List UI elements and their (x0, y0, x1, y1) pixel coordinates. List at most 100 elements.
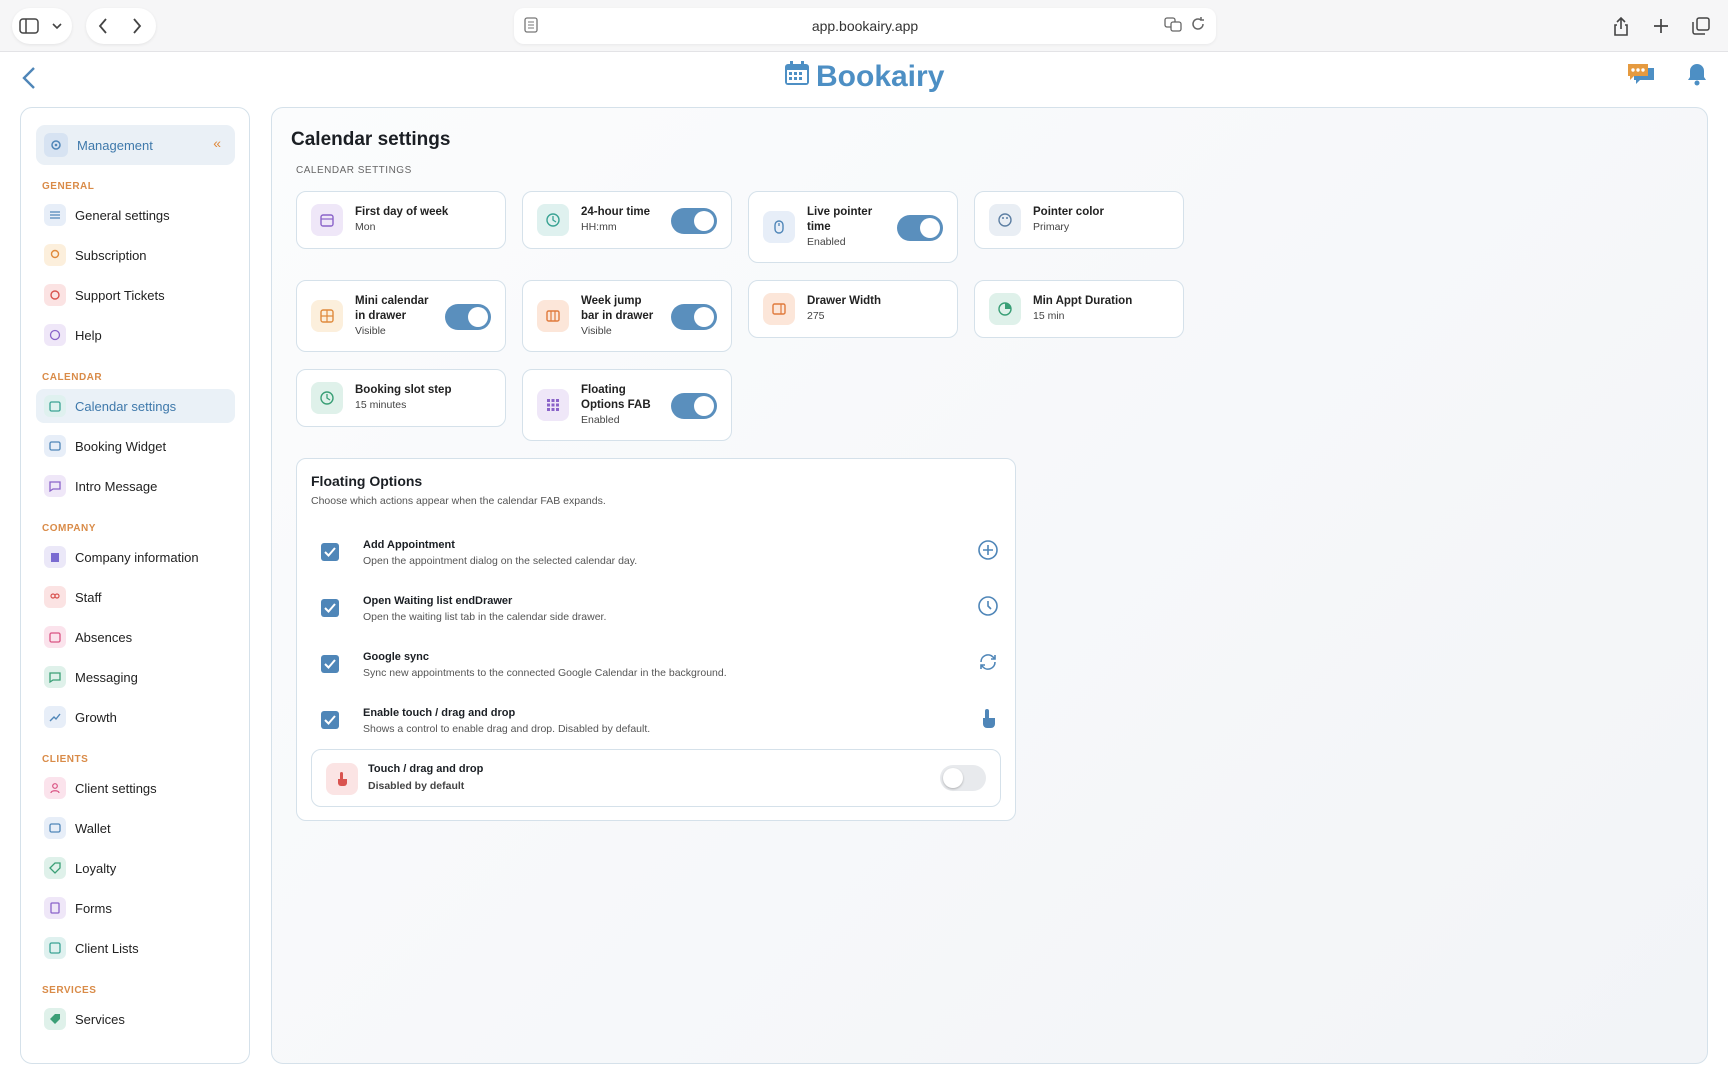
option-waiting-list: Open Waiting list endDrawer Open the wai… (311, 593, 1001, 633)
card-drawer-width[interactable]: Drawer Width 275 (748, 280, 958, 338)
bell-icon[interactable] (1686, 62, 1708, 91)
option-add-appointment: Add Appointment Open the appointment dia… (311, 537, 1001, 577)
toggle-24-hour-time[interactable] (671, 208, 717, 234)
section-clients: CLIENTS (42, 754, 89, 765)
nav-buttons (86, 8, 156, 44)
sidebar-item-support-tickets[interactable]: Support Tickets (36, 278, 235, 312)
sidebar-item-subscription[interactable]: Subscription (36, 238, 235, 272)
sidebar: Management « GENERAL General settings Su… (20, 107, 250, 1064)
translate-icon[interactable] (1164, 16, 1182, 35)
card-booking-slot-step[interactable]: Booking slot step 15 minutes (296, 369, 506, 427)
calendar-logo-icon (784, 60, 810, 94)
palette-icon (989, 204, 1021, 236)
app-name: Bookairy (816, 60, 945, 93)
chevron-down-icon[interactable] (46, 8, 68, 44)
card-floating-options-fab: Floating Options FAB Enabled (522, 369, 732, 441)
app-logo: Bookairy (784, 60, 944, 94)
sidebar-item-loyalty[interactable]: Loyalty (36, 851, 235, 885)
plus-circle-icon (977, 539, 1001, 563)
apps-grid-icon (537, 389, 569, 421)
sidebar-item-absences[interactable]: Absences (36, 620, 235, 654)
clock-icon (537, 204, 569, 236)
clock-icon (977, 595, 1001, 619)
sidebar-item-help[interactable]: Help (36, 318, 235, 352)
sliders-icon (44, 204, 66, 226)
touch-icon (977, 707, 1001, 731)
checkbox-google-sync[interactable] (321, 655, 339, 673)
card-min-appt-duration[interactable]: Min Appt Duration 15 min (974, 280, 1184, 338)
back-arrow-icon[interactable] (18, 64, 42, 92)
chat-bubble-icon (44, 666, 66, 688)
trend-icon (44, 706, 66, 728)
section-general: GENERAL (42, 181, 95, 192)
option-touch-drag: Enable touch / drag and drop Shows a con… (311, 705, 1001, 745)
card-24-hour-time: 24-hour time HH:mm (522, 191, 732, 249)
sidebar-toggle-group[interactable] (12, 8, 72, 44)
floating-options-panel: Floating Options Choose which actions ap… (296, 458, 1016, 821)
toggle-mini-calendar[interactable] (445, 304, 491, 330)
chat-icon[interactable] (1626, 62, 1656, 91)
sidebar-item-staff[interactable]: Staff (36, 580, 235, 614)
toggle-week-jump-bar[interactable] (671, 304, 717, 330)
page-menu-icon[interactable] (524, 17, 538, 36)
badge-icon (44, 244, 66, 266)
address-bar[interactable]: app.bookairy.app (514, 8, 1216, 44)
grid-icon (311, 300, 343, 332)
calendar-icon (44, 395, 66, 417)
tabs-overview-icon[interactable] (1684, 8, 1718, 44)
sidebar-item-services[interactable]: Services (36, 1002, 235, 1036)
touch-drag-card: Touch / drag and drop Disabled by defaul… (311, 749, 1001, 807)
sidebar-item-messaging[interactable]: Messaging (36, 660, 235, 694)
card-first-day-of-week[interactable]: First day of week Mon (296, 191, 506, 249)
section-calendar: CALENDAR (42, 372, 103, 383)
section-label: CALENDAR SETTINGS (296, 165, 412, 176)
touch-icon (326, 763, 358, 795)
sidebar-header[interactable]: Management « (36, 125, 235, 165)
sidebar-item-growth[interactable]: Growth (36, 700, 235, 734)
card-pointer-color[interactable]: Pointer color Primary (974, 191, 1184, 249)
toggle-touch-drag[interactable] (940, 765, 986, 791)
toggle-live-pointer-time[interactable] (897, 215, 943, 241)
calendar-x-icon (44, 626, 66, 648)
wallet-icon (44, 817, 66, 839)
tag-icon (44, 1008, 66, 1030)
checkbox-waiting-list[interactable] (321, 599, 339, 617)
browser-back-icon[interactable] (86, 8, 120, 44)
building-icon (44, 546, 66, 568)
collapse-icon[interactable]: « (213, 135, 221, 151)
sidebar-item-intro-message[interactable]: Intro Message (36, 469, 235, 503)
document-icon (44, 897, 66, 919)
clock-icon (311, 382, 343, 414)
sidebar-item-booking-widget[interactable]: Booking Widget (36, 429, 235, 463)
message-icon (44, 475, 66, 497)
sidebar-item-wallet[interactable]: Wallet (36, 811, 235, 845)
panel-title: Floating Options (311, 473, 423, 489)
sidebar-item-forms[interactable]: Forms (36, 891, 235, 925)
page-title: Calendar settings (291, 129, 451, 150)
new-tab-icon[interactable] (1644, 8, 1678, 44)
sidebar-item-general-settings[interactable]: General settings (36, 198, 235, 232)
card-mini-calendar: Mini calendar in drawer Visible (296, 280, 506, 352)
section-services: SERVICES (42, 985, 97, 996)
share-icon[interactable] (1604, 8, 1638, 44)
sidebar-item-client-settings[interactable]: Client settings (36, 771, 235, 805)
timer-icon (989, 293, 1021, 325)
reload-icon[interactable] (1190, 16, 1206, 35)
checkbox-add-appointment[interactable] (321, 543, 339, 561)
card-week-jump-bar: Week jump bar in drawer Visible (522, 280, 732, 352)
main-content: Calendar settings CALENDAR SETTINGS Firs… (271, 107, 1708, 1064)
calendar-icon (311, 204, 343, 236)
checkbox-touch-drag[interactable] (321, 711, 339, 729)
option-google-sync: Google sync Sync new appointments to the… (311, 649, 1001, 689)
help-icon (44, 324, 66, 346)
sidebar-icon[interactable] (12, 8, 46, 44)
browser-toolbar: app.bookairy.app (0, 0, 1728, 52)
columns-icon (537, 300, 569, 332)
toggle-floating-options-fab[interactable] (671, 393, 717, 419)
browser-forward-icon[interactable] (120, 8, 154, 44)
sidebar-item-calendar-settings[interactable]: Calendar settings (36, 389, 235, 423)
sidebar-item-client-lists[interactable]: Client Lists (36, 931, 235, 965)
sync-icon (977, 651, 1001, 675)
tag-icon (44, 857, 66, 879)
sidebar-item-company-information[interactable]: Company information (36, 540, 235, 574)
